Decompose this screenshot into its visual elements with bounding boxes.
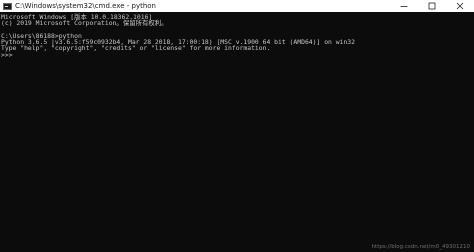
console-output[interactable]: Microsoft Windows [版本 10.0.18362.1016] (… — [1, 14, 468, 252]
vertical-scrollbar[interactable] — [468, 12, 474, 252]
cmd-icon — [3, 2, 12, 10]
maximize-icon — [428, 2, 436, 10]
close-button[interactable] — [446, 0, 474, 12]
cmd-window: C:\Windows\system32\cmd.exe - python Mic… — [0, 0, 474, 252]
window-controls — [390, 0, 474, 12]
maximize-button[interactable] — [418, 0, 446, 12]
minimize-icon — [400, 6, 408, 7]
window-title: C:\Windows\system32\cmd.exe - python — [15, 2, 156, 10]
console-line-prompt[interactable]: >>> — [1, 51, 468, 58]
title-bar[interactable]: C:\Windows\system32\cmd.exe - python — [0, 0, 474, 12]
minimize-button[interactable] — [390, 0, 418, 12]
close-icon — [456, 2, 464, 10]
watermark: https://blog.csdn.net/m0_49301210 — [371, 244, 470, 250]
